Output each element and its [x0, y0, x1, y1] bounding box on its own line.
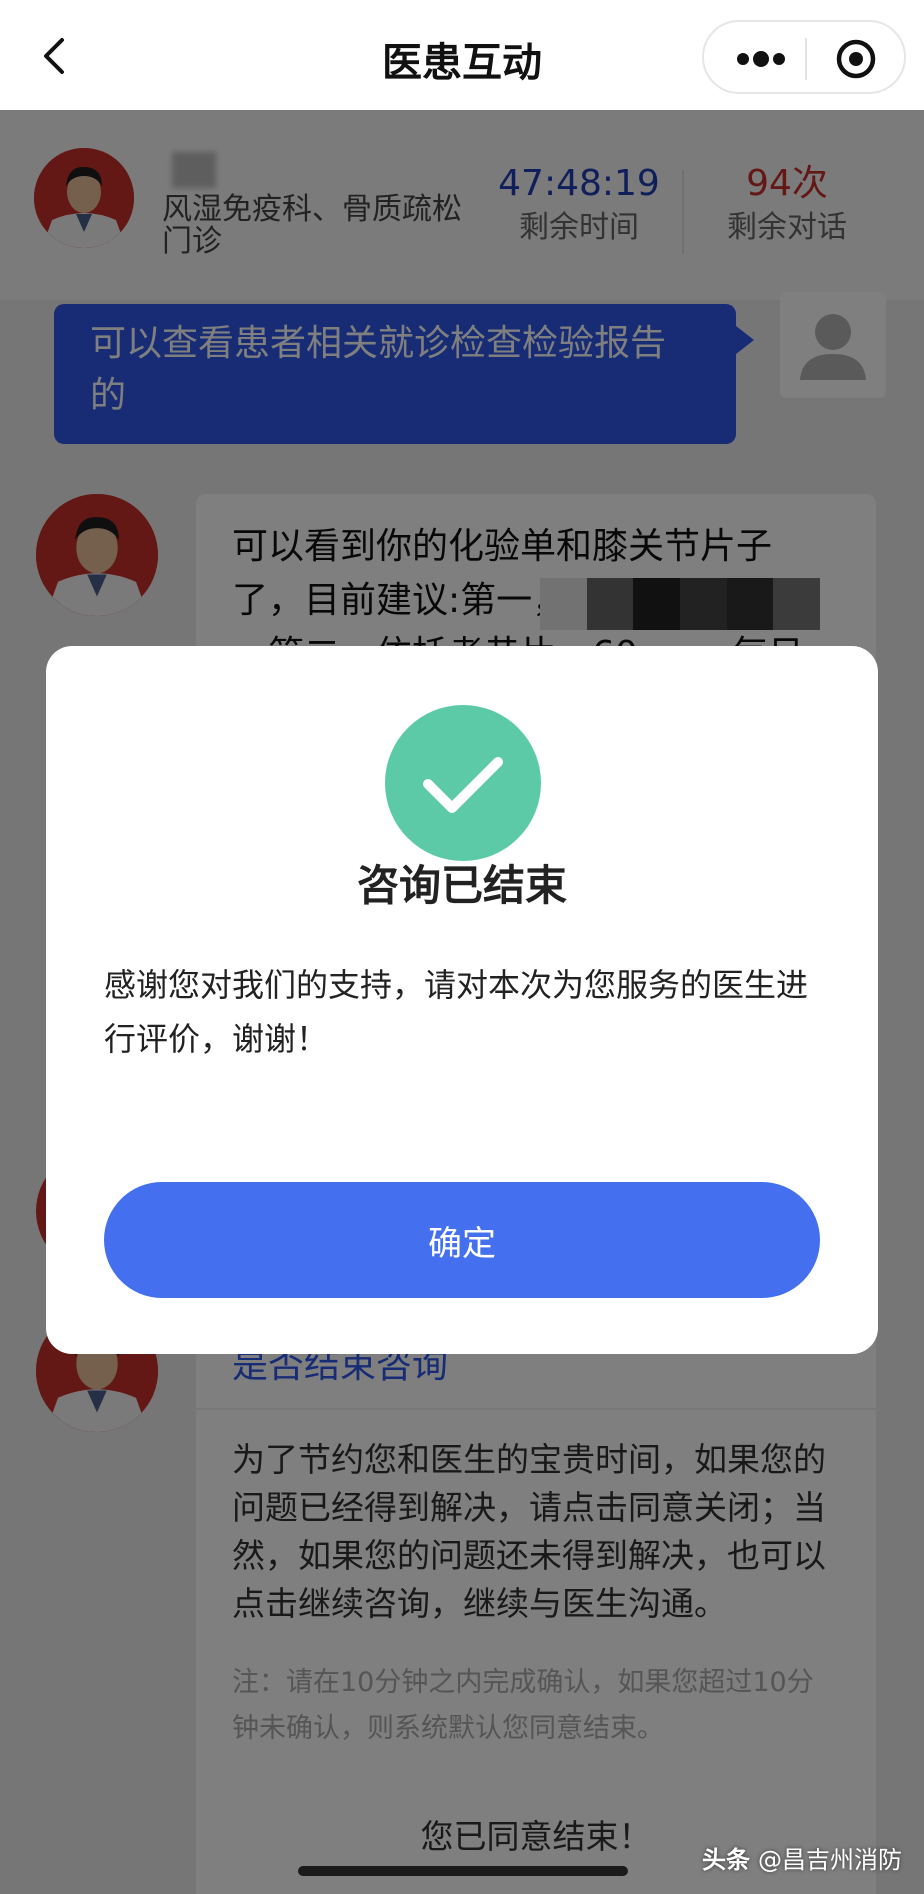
capsule-divider: [805, 38, 807, 80]
check-circle-icon: [385, 705, 541, 861]
navbar: 医患互动: [0, 0, 924, 110]
watermark: 头条 @昌吉州消防: [702, 1840, 902, 1875]
dialog-title: 咨询已结束: [356, 861, 567, 910]
mini-program-capsule: [702, 20, 906, 94]
home-indicator: [298, 1866, 628, 1876]
watermark-brand: 头条: [702, 1846, 750, 1874]
more-dots-icon[interactable]: [734, 44, 788, 74]
watermark-account: @昌吉州消防: [758, 1846, 902, 1874]
target-icon[interactable]: [835, 38, 877, 80]
confirm-button[interactable]: 确定: [104, 1182, 820, 1298]
consultation-ended-dialog: 咨询已结束 感谢您对我们的支持，请对本次为您服务的医生进行评价，谢谢！ 确定: [46, 646, 878, 1354]
dialog-message: 感谢您对我们的支持，请对本次为您服务的医生进行评价，谢谢！: [104, 966, 809, 1058]
